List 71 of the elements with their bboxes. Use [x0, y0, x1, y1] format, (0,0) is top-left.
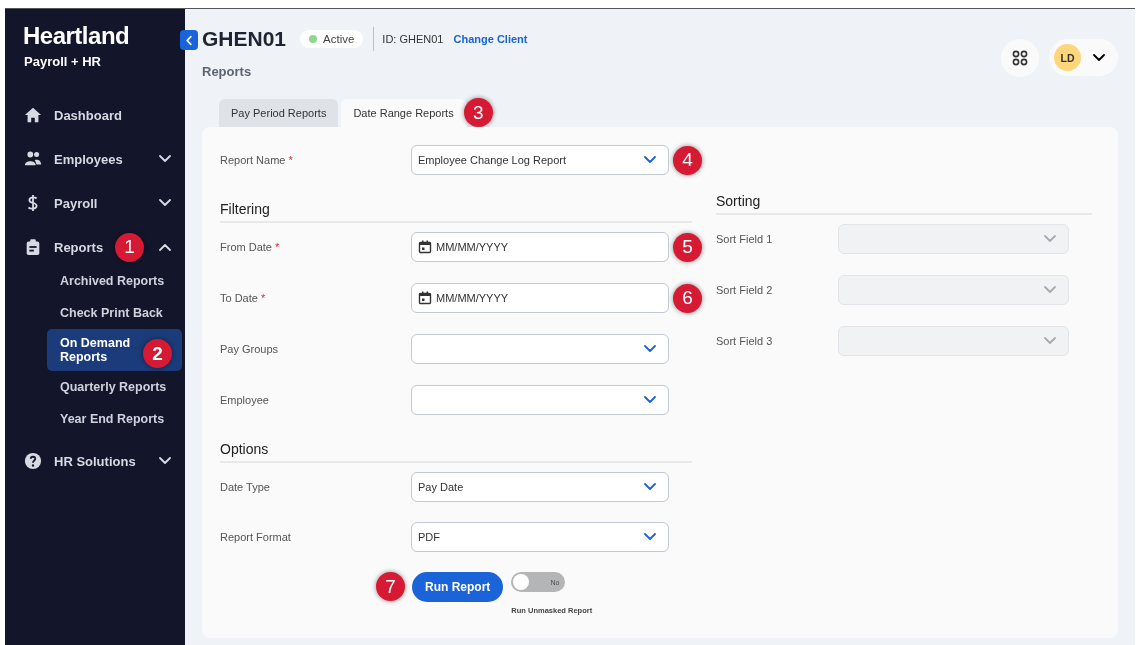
collapse-button[interactable] — [180, 30, 198, 50]
date-placeholder: MM/MM/YYYY — [436, 292, 510, 304]
user-menu[interactable]: LD — [1049, 39, 1118, 76]
step-badge: 7 — [376, 572, 405, 601]
select-field[interactable]: Employee Change Log Report — [411, 145, 669, 175]
step-badge: 2 — [143, 339, 172, 368]
field-label: To Date * — [220, 292, 267, 304]
nav-subitem[interactable]: Quarterly Reports — [47, 371, 179, 403]
nav-item[interactable]: Employees — [5, 137, 185, 181]
step-badge: 3 — [463, 98, 493, 127]
people-icon — [24, 150, 42, 168]
chevron-icon — [644, 345, 656, 353]
section-heading: Filtering — [220, 201, 692, 223]
apps-icon — [1012, 50, 1028, 66]
nav-subitem[interactable]: Year End Reports — [47, 403, 179, 435]
nav-item[interactable]: Dashboard — [5, 93, 185, 137]
select-field[interactable]: Pay Date — [411, 472, 669, 502]
user-avatar: LD — [1054, 44, 1081, 71]
date-placeholder: MM/MM/YYYY — [436, 241, 510, 253]
select-value: Pay Date — [418, 481, 465, 493]
select-field[interactable]: PDF — [411, 522, 669, 552]
nav-subitem[interactable]: Check Print Back — [47, 297, 179, 329]
step-badge: 6 — [673, 283, 702, 313]
step-badge: 1 — [115, 232, 145, 262]
field-label: Date Type — [220, 481, 271, 493]
clipboard-icon — [24, 238, 42, 256]
chevron-icon — [1044, 235, 1056, 243]
step-badge: 4 — [673, 145, 702, 175]
brand-logo: Heartland — [23, 22, 131, 50]
chevron-icon — [644, 396, 656, 404]
chevron-icon — [1093, 53, 1105, 62]
apps-button[interactable] — [1001, 39, 1039, 77]
chevron-icon — [185, 34, 193, 46]
tab[interactable]: Pay Period Reports — [219, 99, 339, 127]
status-pill: Active — [300, 30, 364, 48]
chevron-icon — [644, 533, 656, 541]
select-value: Employee Change Log Report — [418, 154, 567, 166]
field-label: Employee — [220, 394, 270, 406]
field-label: Report Name * — [220, 154, 294, 166]
field-label: Report Format — [220, 531, 292, 543]
field-label: Sort Field 2 — [716, 284, 774, 296]
select-field[interactable] — [411, 334, 669, 364]
nav-item[interactable]: HR Solutions — [5, 439, 185, 483]
calendar-icon — [418, 240, 432, 254]
select-value: PDF — [418, 531, 441, 543]
nav-subitem[interactable]: On Demand Reports 2 — [47, 329, 182, 371]
select-field[interactable] — [411, 385, 669, 415]
client-title: GHEN01 — [202, 27, 287, 51]
section-heading: Options — [220, 441, 692, 463]
section-heading: Sorting — [716, 193, 1092, 215]
page-subtitle: Reports — [202, 64, 253, 79]
chevron-icon — [644, 483, 656, 491]
field-label: From Date * — [220, 241, 281, 253]
calendar-icon — [418, 291, 432, 305]
chevron-icon — [644, 156, 656, 164]
change-client-link[interactable]: Change Client — [453, 33, 528, 45]
run-report-button[interactable]: Run Report — [412, 572, 504, 602]
field-label: Sort Field 3 — [716, 335, 774, 347]
date-field[interactable]: MM/MM/YYYY — [411, 283, 669, 313]
chevron-icon — [1044, 337, 1056, 345]
field-label: Pay Groups — [220, 343, 280, 355]
date-field[interactable]: MM/MM/YYYY — [411, 232, 669, 262]
brand-subtitle: Payroll + HR — [24, 54, 102, 69]
nav-item[interactable]: Payroll — [5, 181, 185, 225]
tab[interactable]: Date Range Reports — [341, 98, 466, 127]
chevron-icon — [1044, 286, 1056, 294]
help-icon — [24, 452, 42, 470]
step-badge: 5 — [673, 232, 702, 262]
home-icon — [24, 106, 42, 124]
field-label: Sort Field 1 — [716, 233, 774, 245]
client-id: ID: GHEN01 — [382, 33, 444, 45]
